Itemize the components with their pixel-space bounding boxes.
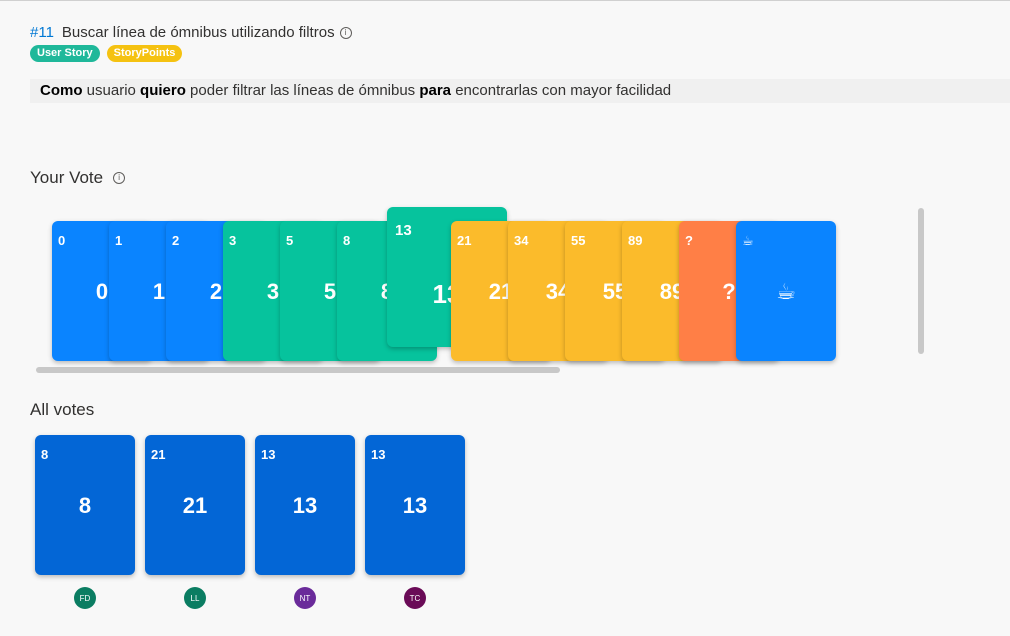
vote-option-value: ☕ (776, 279, 796, 304)
vote-option-corner-value: 13 (395, 222, 412, 239)
vote-card-value: 13 (292, 493, 318, 518)
vote-option-corner-value: ☕ (742, 233, 754, 248)
vote-option-corner-value: 3 (229, 233, 237, 248)
avatar: NT (294, 587, 316, 609)
vote-card-corner-value: 8 (41, 447, 49, 462)
vote-option-corner-value: ? (685, 233, 693, 248)
vote-option-corner-value: 21 (457, 233, 472, 248)
vote-option-corner-value: 34 (514, 233, 529, 248)
avatar: TC (404, 587, 426, 609)
vote-option-corner-value: 5 (286, 233, 294, 248)
vote-card-corner-value: 13 (371, 447, 386, 462)
vote-option-card[interactable]: ☕ ☕ (736, 221, 836, 361)
vote-card-value: 8 (78, 493, 92, 518)
all-votes-heading: All votes (30, 400, 95, 419)
vote-card: 8 8 (35, 435, 135, 575)
vote-option-corner-value: 8 (343, 233, 351, 248)
vote-option-corner-value: 2 (172, 233, 180, 248)
vote-option-corner-value: 89 (628, 233, 643, 248)
horizontal-scrollbar[interactable] (36, 367, 560, 373)
vote-card-deck: 00112233558813132121343455558989??☕☕ (0, 0, 1010, 400)
vote-option-corner-value: 0 (58, 233, 66, 248)
vote-option-corner-value: 55 (571, 233, 586, 248)
vote-card-value: 13 (402, 493, 428, 518)
vote-card: 13 13 (255, 435, 355, 575)
vote-card: 21 21 (145, 435, 245, 575)
avatar: LL (184, 587, 206, 609)
vote-card: 13 13 (365, 435, 465, 575)
vote-option-corner-value: 1 (115, 233, 123, 248)
vote-card-corner-value: 13 (261, 447, 276, 462)
avatar: FD (74, 587, 96, 609)
vote-card-corner-value: 21 (151, 447, 166, 462)
vertical-scrollbar[interactable] (918, 208, 924, 354)
vote-card-value: 21 (182, 493, 208, 518)
